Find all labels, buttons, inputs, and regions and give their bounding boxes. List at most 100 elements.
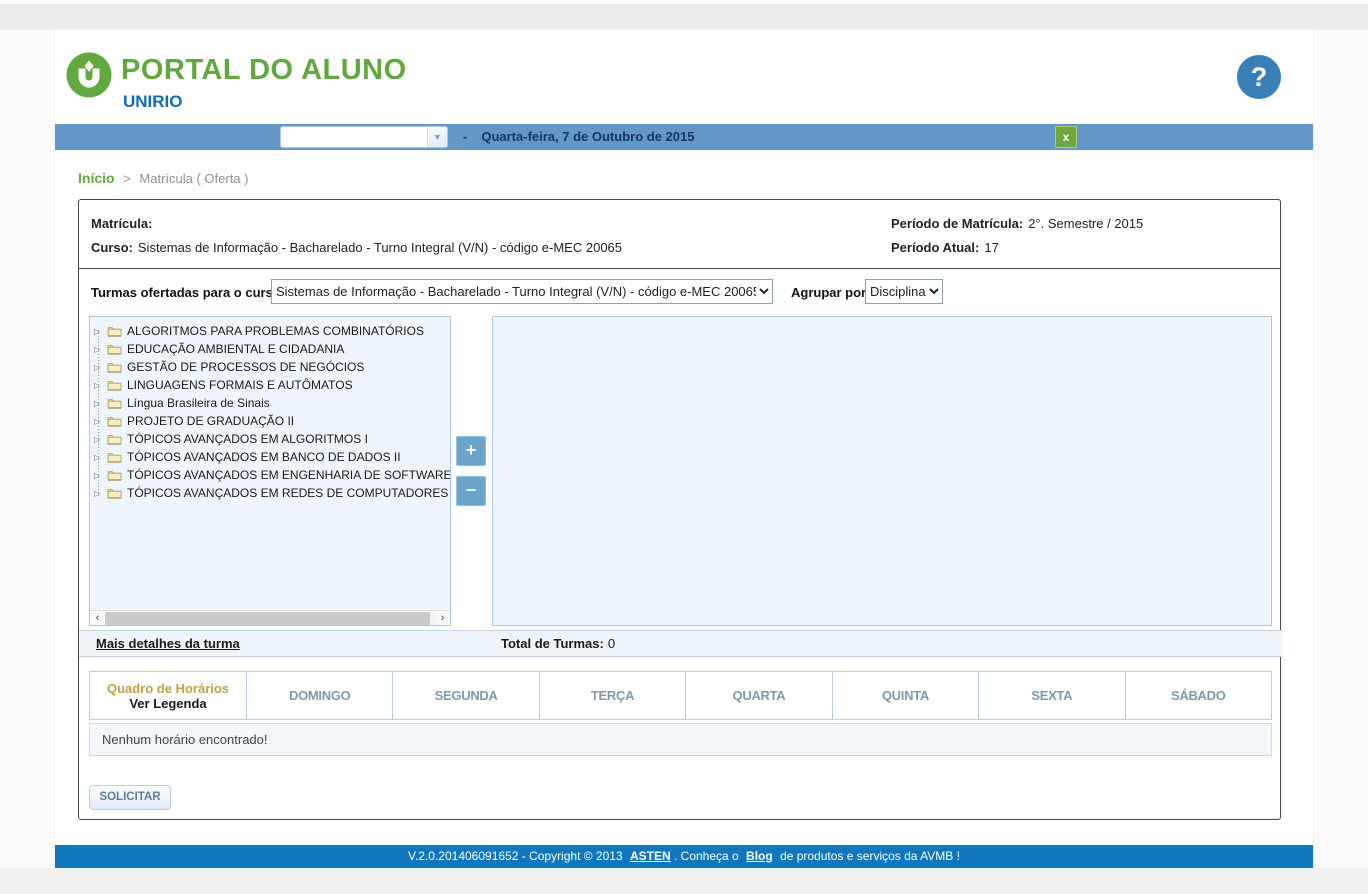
- period-select[interactable]: ▼: [280, 126, 448, 148]
- expand-arrow-icon[interactable]: ▷: [94, 453, 104, 462]
- day-header-cell: QUARTA: [686, 672, 832, 720]
- curso-label: Curso:: [91, 240, 133, 255]
- periodo-matricula-label: Período de Matrícula:: [891, 216, 1023, 231]
- breadcrumb: Início > Matrícula ( Oferta ): [78, 170, 248, 186]
- page-title: PORTAL DO ALUNO: [121, 54, 407, 87]
- chevron-down-icon: ▼: [427, 127, 447, 147]
- tree-item[interactable]: ▷ TÓPICOS AVANÇADOS EM ENGENHARIA DE SOF…: [94, 466, 451, 484]
- day-header-cell: DOMINGO: [247, 672, 393, 720]
- tree-horizontal-scrollbar: ‹ ›: [90, 610, 450, 626]
- page: PORTAL DO ALUNO UNIRIO ? ▼ -Quarta-feira…: [0, 0, 1368, 894]
- day-header-cell: QUINTA: [832, 672, 978, 720]
- periodo-atual-label: Período Atual:: [891, 240, 979, 255]
- blog-link[interactable]: Blog: [746, 849, 773, 863]
- scrollbar-track[interactable]: [105, 611, 435, 626]
- course-select[interactable]: Sistemas de Informação - Bacharelado - T…: [271, 279, 773, 304]
- help-icon[interactable]: ?: [1237, 55, 1281, 99]
- top-gray-strip: [0, 4, 1368, 30]
- selected-classes-pane: [492, 316, 1272, 626]
- tree-item[interactable]: ▷ ALGORITMOS PARA PROBLEMAS COMBINATÓRIO…: [94, 322, 451, 340]
- day-header-cell: SÁBADO: [1125, 672, 1271, 720]
- expand-arrow-icon[interactable]: ▷: [94, 435, 104, 444]
- expand-arrow-icon[interactable]: ▷: [94, 399, 104, 408]
- schedule-corner-cell: Quadro de Horários Ver Legenda: [90, 672, 247, 720]
- folder-icon: [107, 379, 122, 391]
- tree-item[interactable]: ▷ Língua Brasileira de Sinais: [94, 394, 451, 412]
- schedule-header-row: Quadro de Horários Ver Legenda DOMINGOSE…: [90, 672, 1272, 720]
- breadcrumb-current: Matrícula ( Oferta ): [139, 171, 248, 186]
- tree-item-label: Língua Brasileira de Sinais: [127, 396, 270, 410]
- total-classes: Total de Turmas:0: [501, 636, 615, 651]
- tree-item[interactable]: ▷ EDUCAÇÃO AMBIENTAL E CIDADANIA: [94, 340, 451, 358]
- tree-item-label: TÓPICOS AVANÇADOS EM REDES DE COMPUTADOR…: [127, 486, 448, 500]
- content-card: PORTAL DO ALUNO UNIRIO ? ▼ -Quarta-feira…: [55, 30, 1313, 868]
- curso-value: Sistemas de Informação - Bacharelado - T…: [138, 240, 622, 255]
- remove-class-button[interactable]: −: [456, 476, 486, 506]
- details-strip: Mais detalhes da turma Total de Turmas:0: [79, 630, 1282, 657]
- schedule-title: Quadro de Horários: [90, 681, 246, 696]
- empty-schedule-message: Nenhum horário encontrado!: [89, 723, 1272, 756]
- tree-item-label: PROJETO DE GRADUAÇÃO II: [127, 414, 294, 428]
- offered-classes-tree: ▷ ALGORITMOS PARA PROBLEMAS COMBINATÓRIO…: [89, 316, 451, 626]
- schedule-table: Quadro de Horários Ver Legenda DOMINGOSE…: [89, 671, 1272, 720]
- unirio-logo-icon: [66, 52, 112, 98]
- scrollbar-thumb[interactable]: [105, 612, 430, 625]
- legend-link[interactable]: Ver Legenda: [90, 696, 246, 711]
- bottom-gray-strip: [0, 868, 1368, 894]
- folder-icon: [107, 487, 122, 499]
- current-date: -Quarta-feira, 7 de Outubro de 2015: [463, 124, 694, 150]
- expand-arrow-icon[interactable]: ▷: [94, 363, 104, 372]
- day-header-cell: TERÇA: [539, 672, 685, 720]
- tree-item[interactable]: ▷ PROJETO DE GRADUAÇÃO II: [94, 412, 451, 430]
- footer-middle-text: . Conheça o: [674, 849, 739, 863]
- tree-item-label: EDUCAÇÃO AMBIENTAL E CIDADANIA: [127, 342, 344, 356]
- breadcrumb-home-link[interactable]: Início: [78, 170, 115, 186]
- period-select-value: [281, 127, 427, 147]
- folder-icon: [107, 415, 122, 427]
- folder-icon: [107, 325, 122, 337]
- expand-arrow-icon[interactable]: ▷: [94, 345, 104, 354]
- footer-version: V.2.0.201406091652 - Copyright © 2013: [408, 849, 623, 863]
- class-details-link[interactable]: Mais detalhes da turma: [96, 636, 240, 651]
- expand-arrow-icon[interactable]: ▷: [94, 327, 104, 336]
- expand-arrow-icon[interactable]: ▷: [94, 417, 104, 426]
- add-class-button[interactable]: +: [456, 436, 486, 466]
- tree-item[interactable]: ▷ TÓPICOS AVANÇADOS EM ALGORITMOS I: [94, 430, 451, 448]
- tree-item[interactable]: ▷ GESTÃO DE PROCESSOS DE NEGÓCIOS: [94, 358, 451, 376]
- tree-item-label: ALGORITMOS PARA PROBLEMAS COMBINATÓRIOS: [127, 324, 424, 338]
- footer-bar: V.2.0.201406091652 - Copyright © 2013 AS…: [55, 845, 1313, 868]
- scroll-right-icon[interactable]: ›: [435, 611, 450, 626]
- folder-icon: [107, 343, 122, 355]
- footer-end-text: de produtos e serviços da AVMB !: [780, 849, 960, 863]
- day-header-cell: SEGUNDA: [393, 672, 539, 720]
- tree-item[interactable]: ▷ LINGUAGENS FORMAIS E AUTÔMATOS: [94, 376, 451, 394]
- tree-item-label: TÓPICOS AVANÇADOS EM ENGENHARIA DE SOFTW…: [127, 468, 451, 482]
- folder-icon: [107, 469, 122, 481]
- folder-icon: [107, 451, 122, 463]
- offer-controls: Turmas ofertadas para o curso Sistemas d…: [79, 269, 1280, 315]
- expand-arrow-icon[interactable]: ▷: [94, 471, 104, 480]
- expand-arrow-icon[interactable]: ▷: [94, 381, 104, 390]
- enrollment-panel: Matrícula: Curso: Sistemas de Informação …: [78, 199, 1281, 820]
- enrollment-info: Matrícula: Curso: Sistemas de Informação …: [79, 200, 1280, 269]
- close-icon[interactable]: x: [1055, 126, 1077, 148]
- day-header-cell: SEXTA: [979, 672, 1125, 720]
- scroll-left-icon[interactable]: ‹: [90, 611, 105, 626]
- tree-item[interactable]: ▷ TÓPICOS AVANÇADOS EM REDES DE COMPUTAD…: [94, 484, 451, 502]
- tree-item-label: TÓPICOS AVANÇADOS EM BANCO DE DADOS II: [127, 450, 401, 464]
- group-by-select[interactable]: Disciplina: [865, 279, 943, 304]
- periodo-atual-value: 17: [984, 240, 998, 255]
- expand-arrow-icon[interactable]: ▷: [94, 489, 104, 498]
- institution-name: UNIRIO: [123, 92, 183, 112]
- periodo-matricula-value: 2°. Semestre / 2015: [1028, 216, 1143, 231]
- solicitar-button[interactable]: SOLICITAR: [89, 785, 171, 810]
- tree-item[interactable]: ▷ TÓPICOS AVANÇADOS EM BANCO DE DADOS II: [94, 448, 451, 466]
- tree-item-label: TÓPICOS AVANÇADOS EM ALGORITMOS I: [127, 432, 368, 446]
- folder-icon: [107, 397, 122, 409]
- tree-item-label: LINGUAGENS FORMAIS E AUTÔMATOS: [127, 378, 353, 392]
- matricula-label: Matrícula:: [91, 216, 152, 231]
- course-select-label: Turmas ofertadas para o curso: [91, 285, 281, 300]
- breadcrumb-separator: >: [123, 171, 131, 186]
- folder-icon: [107, 433, 122, 445]
- asten-link[interactable]: ASTEN: [630, 849, 671, 863]
